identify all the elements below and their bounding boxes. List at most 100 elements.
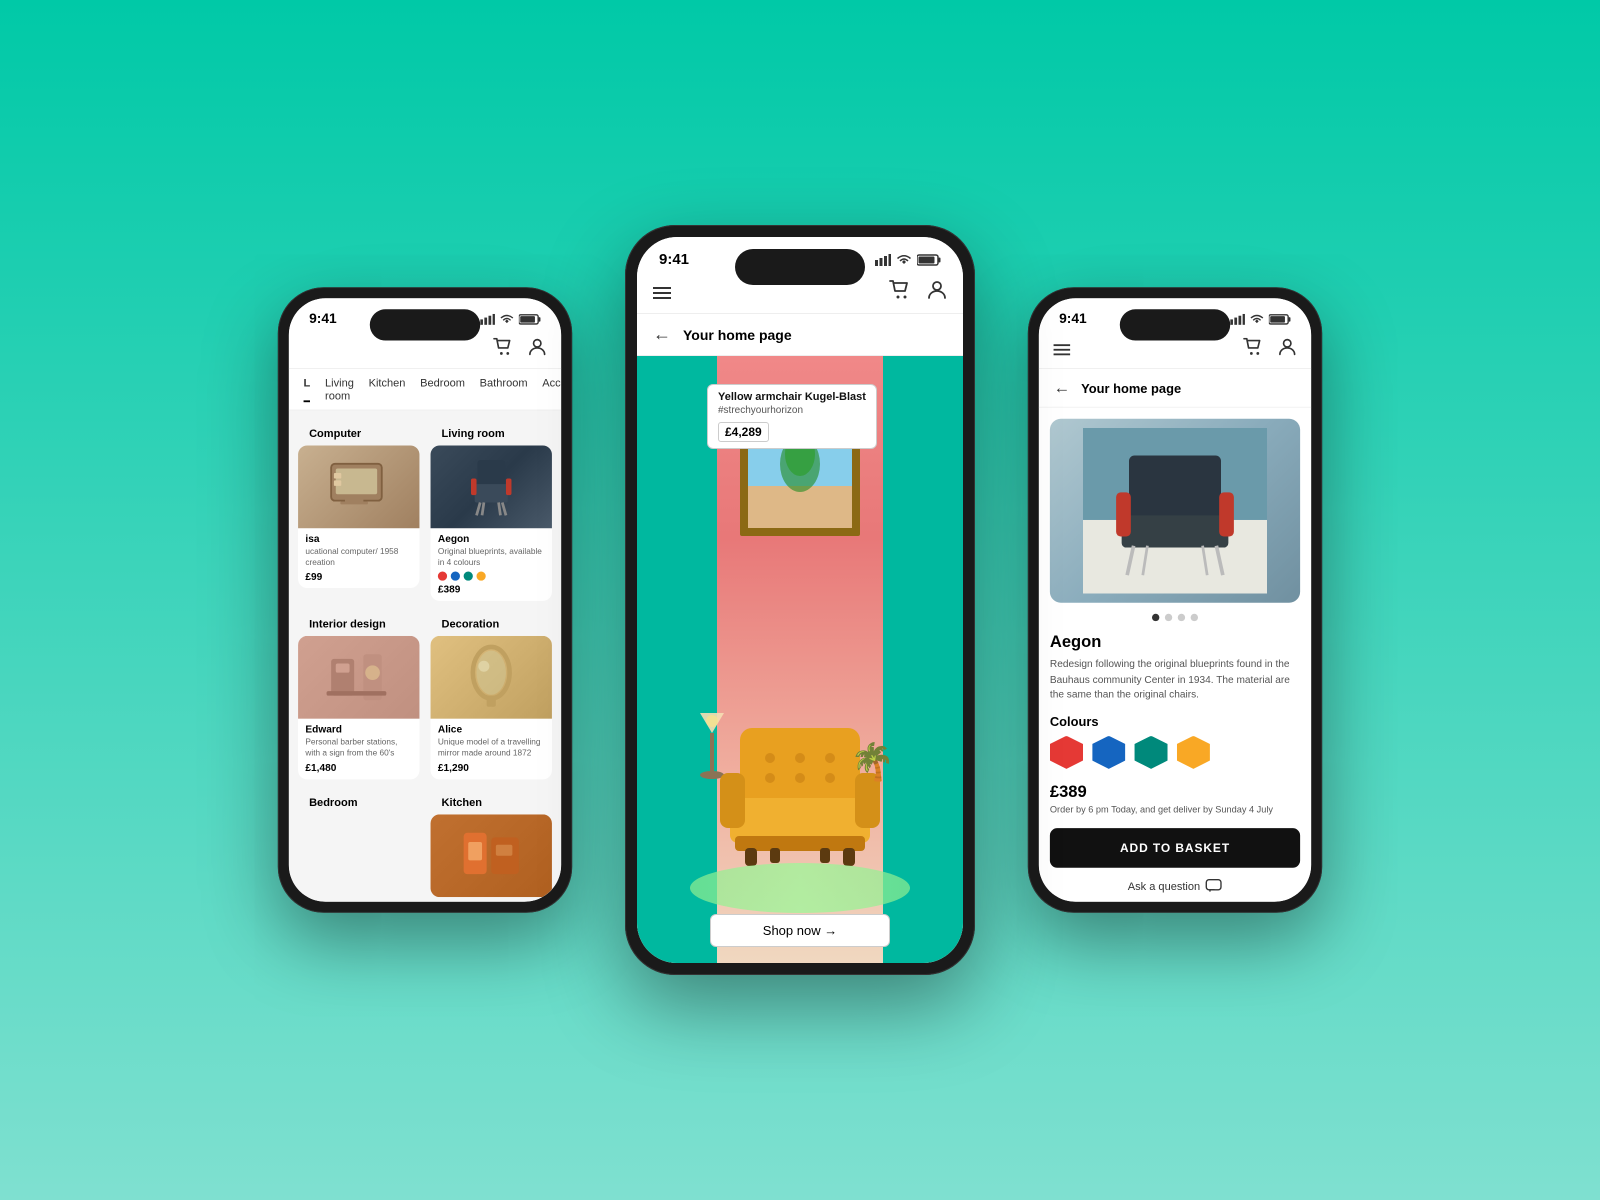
message-icon [1206,878,1223,893]
left-cart-icon[interactable] [493,338,513,361]
product-aegon-price: £389 [438,585,545,596]
section-bedroom: Bedroom [289,783,425,901]
center-hamburger[interactable] [653,287,671,299]
hero-stripe-left [637,356,717,963]
product-isa-desc: ucational computer/ 1958 creation [305,547,412,569]
right-person-icon[interactable] [1278,338,1296,361]
right-delivery-text: Order by 6 pm Today, and get deliver by … [1050,805,1300,815]
cat-tab-bathroom[interactable]: Bathroom [480,376,528,402]
product-edward[interactable]: Edward Personal barber stations, with a … [298,636,419,779]
right-product-name: Aegon [1050,632,1300,651]
color-dot-yellow [477,572,486,581]
dot-4 [1191,614,1198,621]
kitchen-illustration [454,819,528,893]
mirror-illustration [454,641,528,715]
center-back-arrow[interactable]: ← [653,324,671,345]
product-isa-name: isa [305,534,412,545]
left-phone: 9:41 [278,287,572,913]
dot-3 [1178,614,1185,621]
signal-icon [480,313,495,324]
product-kitchen-image [431,814,552,897]
product-edward-image [298,636,419,719]
product-alice-image [431,636,552,719]
right-chair-svg [1083,428,1267,594]
center-nav-icons[interactable] [889,280,947,305]
battery-icon [519,313,541,324]
hero-frame-picture [740,436,860,536]
right-page-title-bar: ← Your home page [1039,369,1311,408]
right-battery-icon [1269,313,1291,324]
section-computer-title: Computer [298,418,419,446]
right-colours-label: Colours [1050,714,1300,729]
hero-stripe-right [883,356,963,963]
product-isa-price: £99 [305,572,412,583]
product-alice[interactable]: Alice Unique model of a travelling mirro… [431,636,552,779]
right-nav-icons[interactable] [1243,338,1296,361]
right-cart-icon[interactable] [1243,338,1263,361]
armchair-svg [710,708,890,868]
center-page-title: Your home page [683,327,792,343]
phones-container: 9:41 [265,225,1335,975]
product-alice-desc: Unique model of a travelling mirror made… [438,737,545,759]
right-status-time: 9:41 [1059,311,1087,327]
section-living-title: Living room [431,418,552,446]
product-edward-name: Edward [305,725,412,736]
center-battery-icon [917,254,941,266]
right-hamburger[interactable] [1054,344,1071,355]
swatch-yellow[interactable] [1177,736,1210,769]
product-isa-info: isa ucational computer/ 1958 creation £9… [298,528,419,588]
barber-illustration [322,641,396,715]
right-page-title: Your home page [1081,381,1181,396]
center-product-tag-name: Yellow armchair Kugel-Blast [718,391,866,403]
section-living: Living room [425,410,561,604]
swatch-red[interactable] [1050,736,1083,769]
section-bedroom-title: Bedroom [298,787,419,815]
cat-tab-living[interactable]: Living room [325,376,354,402]
right-back-arrow[interactable]: ← [1054,378,1071,397]
center-hero-image: 🌴 Yellow armchair Kugel-Blast #strechyou… [637,356,963,963]
color-dot-teal [464,572,473,581]
right-status-icons [1230,313,1291,324]
add-to-basket-button[interactable]: ADD TO BASKET [1050,828,1300,868]
cat-tab-bedroom[interactable]: Bedroom [420,376,465,402]
center-cart-icon[interactable] [889,280,911,305]
dot-2 [1165,614,1172,621]
swatch-teal[interactable] [1135,736,1168,769]
section-interior-title: Interior design [298,609,419,637]
product-edward-price: £1,480 [305,763,412,774]
right-signal-icon [1230,313,1245,324]
left-category-tabs[interactable]: L Living room Kitchen Bedroom Bathroom A… [289,369,561,410]
wifi-icon [500,313,515,324]
product-aegon-colors [438,572,545,581]
center-phone-screen: 9:41 [637,237,963,963]
product-aegon-left[interactable]: Aegon Original blueprints, available in … [431,445,552,601]
center-status-icons [875,254,941,266]
right-dots-indicator [1050,614,1300,621]
left-phone-screen: 9:41 [289,298,561,902]
left-scroll-content: Computer [289,410,561,901]
center-product-tag-hashtag: #strechyourhorizon [718,405,866,416]
product-kitchen[interactable] [431,814,552,897]
center-product-tag-price: £4,289 [718,422,769,442]
dot-1 [1152,614,1159,621]
cat-tab-kitchen[interactable]: Kitchen [369,376,406,402]
product-isa[interactable]: isa ucational computer/ 1958 creation £9… [298,445,419,588]
cat-tab-acc[interactable]: Acc... [542,376,561,402]
swatch-blue[interactable] [1092,736,1125,769]
product-aegon-info: Aegon Original blueprints, available in … [431,528,552,601]
center-person-icon[interactable] [927,280,947,305]
computer-illustration [327,459,391,514]
right-ask-question[interactable]: Ask a question [1050,878,1300,893]
cat-tab-l[interactable]: L [304,376,311,402]
left-nav-icons[interactable] [493,338,546,361]
center-page-title-bar: ← Your home page [637,314,963,356]
right-product-desc: Redesign following the original blueprin… [1050,657,1300,703]
center-shop-now-btn[interactable]: Shop now → [710,914,890,947]
left-person-icon[interactable] [528,338,546,361]
dynamic-island-right [1120,309,1230,340]
center-product-tag[interactable]: Yellow armchair Kugel-Blast #strechyourh… [707,384,877,449]
section-kitchen: Kitchen [425,783,561,901]
right-phone-screen: 9:41 [1039,298,1311,902]
product-aegon-name: Aegon [438,534,545,545]
aegon-chair-illustration [464,452,519,521]
